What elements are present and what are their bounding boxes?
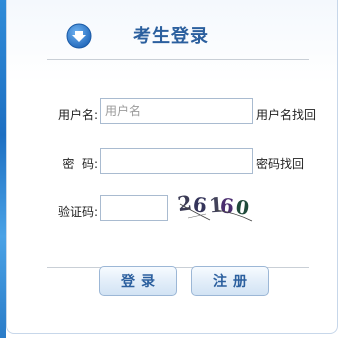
recover-password-link[interactable]: 密码找回	[256, 155, 304, 172]
svg-text:2: 2	[176, 190, 193, 216]
recover-username-link[interactable]: 用户名找回	[256, 106, 316, 123]
header-divider	[47, 59, 309, 60]
password-input[interactable]	[100, 148, 253, 174]
username-input[interactable]: 用户名	[100, 98, 253, 124]
svg-text:6: 6	[219, 193, 235, 218]
username-label: 用户名:	[57, 108, 98, 122]
page-title: 考生登录	[133, 26, 209, 47]
download-arrow-icon	[66, 23, 92, 49]
svg-text:6: 6	[192, 192, 208, 217]
register-button[interactable]: 注册	[191, 266, 269, 296]
password-label: 密 码:	[62, 157, 98, 171]
footer-divider	[47, 267, 309, 268]
login-panel: 考生登录 用户名: 用户名 用户名找回 密 码: 密码找回 验证码: 2 6 1…	[6, 0, 338, 334]
captcha-label: 验证码:	[57, 205, 98, 219]
captcha-input[interactable]	[100, 195, 168, 221]
login-button[interactable]: 登录	[99, 266, 177, 296]
captcha-image[interactable]: 2 6 1 6 0	[176, 190, 256, 224]
